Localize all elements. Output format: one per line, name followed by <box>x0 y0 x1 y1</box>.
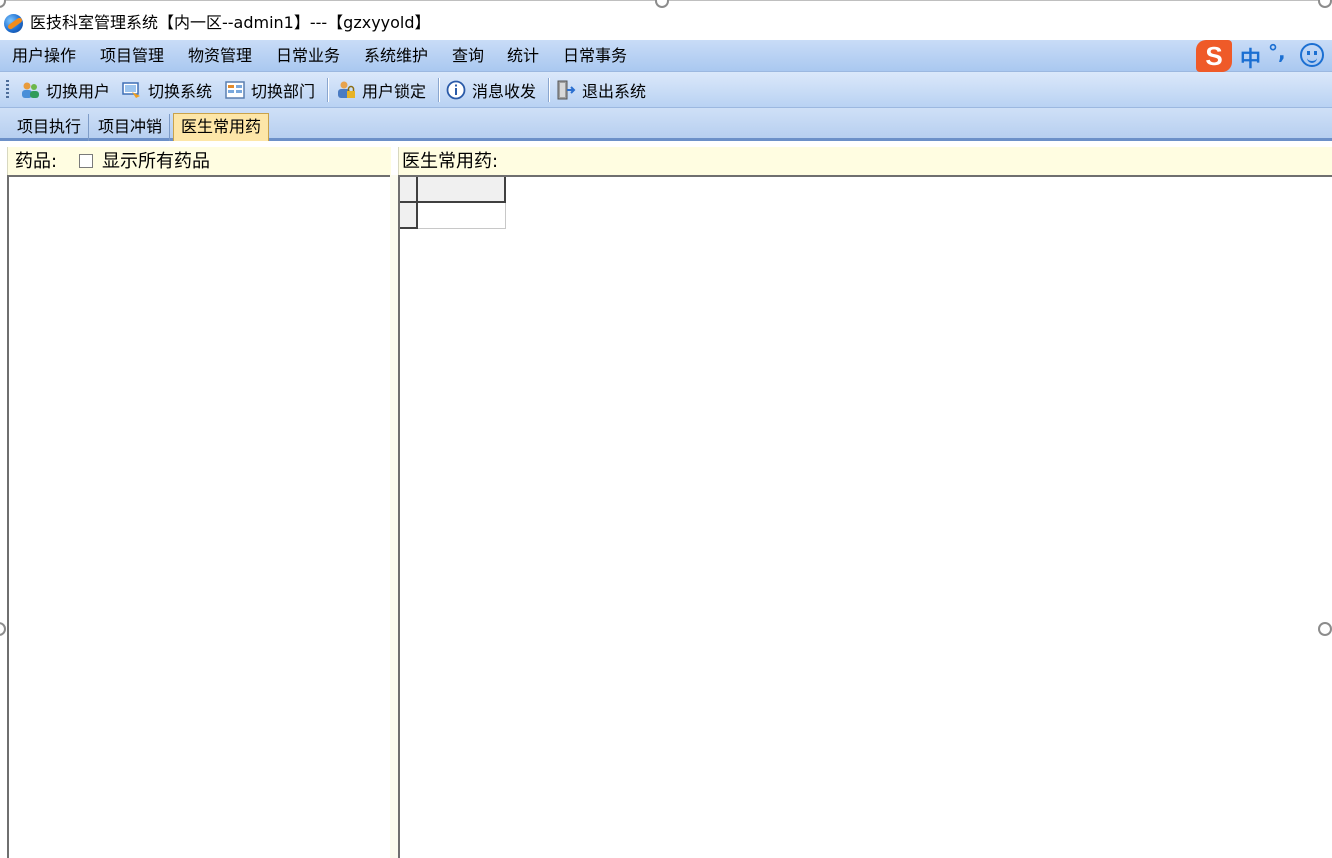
right-label-strip <box>398 147 1332 175</box>
switch-department-button[interactable]: 切换部门 <box>225 78 315 102</box>
drugs-label: 药品: <box>15 151 58 172</box>
user-lock-button[interactable]: 用户锁定 <box>336 78 426 102</box>
menu-bar: 用户操作 项目管理 物资管理 日常业务 系统维护 查询 统计 日常事务 <box>0 40 1332 72</box>
doctor-common-drugs-label: 医生常用药: <box>402 151 499 172</box>
exit-system-button[interactable]: 退出系统 <box>556 78 646 102</box>
menu-materials-management[interactable]: 物资管理 <box>188 46 252 66</box>
switch-user-button[interactable]: 切换用户 <box>20 78 110 102</box>
ime-mode-indicator[interactable]: 中 <box>1240 43 1261 73</box>
resize-handle-top-left[interactable] <box>0 0 6 8</box>
switch-system-button[interactable]: 切换系统 <box>122 78 212 102</box>
menu-daily-business[interactable]: 日常业务 <box>276 46 340 66</box>
tab-project-execution[interactable]: 项目执行 <box>10 114 90 141</box>
system-switch-icon <box>122 80 142 100</box>
menu-project-management[interactable]: 项目管理 <box>100 46 164 66</box>
toolbar-separator <box>327 78 328 102</box>
tab-project-reversal[interactable]: 项目冲销 <box>91 114 171 141</box>
menu-query[interactable]: 查询 <box>452 46 484 66</box>
menu-user-operations[interactable]: 用户操作 <box>12 46 76 66</box>
tab-strip: 项目执行 项目冲销 医生常用药 <box>0 108 1332 141</box>
message-icon <box>446 80 466 100</box>
messages-button[interactable]: 消息收发 <box>446 78 536 102</box>
department-switch-icon <box>225 80 245 100</box>
switch-user-label: 切换用户 <box>46 82 111 101</box>
common-drugs-grid[interactable] <box>398 175 1332 858</box>
toolbar-grip-icon[interactable] <box>6 80 9 100</box>
tab-doctor-common-drugs[interactable]: 医生常用药 <box>173 113 270 141</box>
grid-corner-header[interactable] <box>400 177 418 203</box>
exit-icon <box>556 80 576 100</box>
users-switch-icon <box>20 80 40 100</box>
switch-department-label: 切换部门 <box>251 82 316 101</box>
ime-punctuation-indicator[interactable]: °, <box>1268 40 1286 64</box>
panel-splitter[interactable] <box>390 175 398 858</box>
ime-toolbar[interactable]: S 中 °, <box>1196 40 1332 72</box>
toolbar-separator <box>438 78 439 102</box>
emoji-icon[interactable] <box>1300 43 1324 67</box>
switch-system-label: 切换系统 <box>148 82 213 101</box>
show-all-drugs-checkbox[interactable] <box>79 154 93 168</box>
resize-handle-top-right[interactable] <box>1318 0 1332 8</box>
grid-row-header[interactable] <box>400 203 418 229</box>
grid-column-header[interactable] <box>418 177 506 203</box>
user-lock-icon <box>336 80 356 100</box>
sogou-logo-icon[interactable]: S <box>1196 40 1232 72</box>
drug-list[interactable] <box>7 175 391 858</box>
menu-statistics[interactable]: 统计 <box>507 46 539 66</box>
title-bar: 医技科室管理系统【内一区--admin1】---【gzxyyold】 <box>0 0 1332 40</box>
window-title: 医技科室管理系统【内一区--admin1】---【gzxyyold】 <box>30 13 431 32</box>
menu-daily-affairs[interactable]: 日常事务 <box>563 46 627 66</box>
resize-handle-middle-right[interactable] <box>1318 622 1332 636</box>
resize-handle-top-center[interactable] <box>655 0 669 8</box>
menu-system-maintenance[interactable]: 系统维护 <box>364 46 428 66</box>
user-lock-label: 用户锁定 <box>362 82 427 101</box>
app-logo-icon <box>4 14 23 33</box>
grid-cell[interactable] <box>418 203 506 229</box>
exit-system-label: 退出系统 <box>582 82 647 101</box>
messages-label: 消息收发 <box>472 82 537 101</box>
show-all-drugs-label[interactable]: 显示所有药品 <box>102 151 210 173</box>
toolbar: 切换用户 切换系统 切换部门 用户锁定 消息收发 退出系统 <box>0 72 1332 108</box>
toolbar-separator <box>548 78 549 102</box>
